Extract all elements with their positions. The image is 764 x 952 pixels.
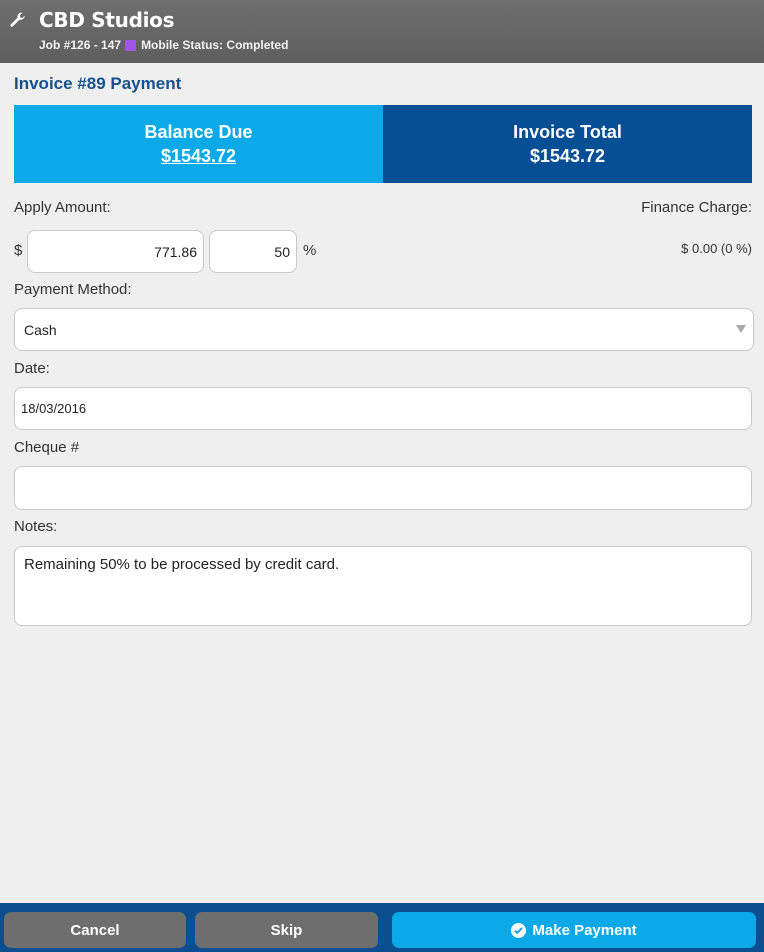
currency-symbol: $ [14, 242, 23, 259]
cheque-label: Cheque # [14, 439, 80, 456]
date-input[interactable] [15, 388, 751, 429]
job-status-line: Job #126 - 147 Mobile Status: Completed [39, 38, 288, 52]
finance-charge-label: Finance Charge: [641, 199, 752, 216]
make-payment-button[interactable]: Make Payment [392, 912, 756, 948]
payment-method-label: Payment Method: [14, 281, 132, 298]
date-field[interactable] [14, 387, 752, 430]
cheque-input[interactable] [15, 467, 751, 509]
payment-method-select[interactable]: Cash [14, 308, 754, 351]
invoice-total-panel: Invoice Total $1543.72 [383, 105, 752, 183]
invoice-total-amount: $1543.72 [529, 146, 606, 166]
apply-amount-input[interactable] [28, 231, 203, 272]
status-color-swatch [125, 39, 137, 51]
totals-band: Balance Due $1543.72 Invoice Total $1543… [14, 105, 752, 183]
apply-percent-input[interactable] [210, 231, 296, 272]
wrench-icon[interactable] [9, 11, 27, 29]
payment-method-value: Cash [24, 322, 57, 338]
notes-label: Notes: [14, 518, 58, 535]
apply-percent-field[interactable] [209, 230, 297, 273]
app-title: CBD Studios [39, 8, 175, 32]
action-footer: Cancel Skip Make Payment [0, 903, 764, 952]
balance-due-amount-link[interactable]: $1543.72 [161, 144, 236, 168]
page-title: Invoice #89 Payment [14, 74, 182, 93]
balance-due-panel: Balance Due $1543.72 [14, 105, 383, 183]
skip-button[interactable]: Skip [195, 912, 378, 948]
finance-charge-value: $ 0.00 (0 %) [681, 241, 752, 256]
apply-amount-field[interactable] [27, 230, 204, 273]
invoice-total-label: Invoice Total [513, 122, 622, 142]
make-payment-label: Make Payment [532, 921, 637, 939]
job-number: Job #126 - 147 [39, 38, 122, 52]
app-header: CBD Studios Job #126 - 147 Mobile Status… [0, 0, 764, 63]
cancel-button[interactable]: Cancel [4, 912, 186, 948]
notes-textarea[interactable]: Remaining 50% to be processed by credit … [15, 547, 751, 625]
percent-symbol: % [303, 242, 317, 259]
mobile-status: Mobile Status: Completed [141, 38, 289, 52]
apply-amount-label: Apply Amount: [14, 199, 111, 216]
balance-due-label: Balance Due [144, 122, 253, 142]
cheque-field[interactable] [14, 466, 752, 510]
check-circle-icon [511, 922, 527, 938]
date-label: Date: [14, 360, 50, 377]
notes-field[interactable]: Remaining 50% to be processed by credit … [14, 546, 752, 626]
dropdown-caret-icon [736, 325, 746, 333]
